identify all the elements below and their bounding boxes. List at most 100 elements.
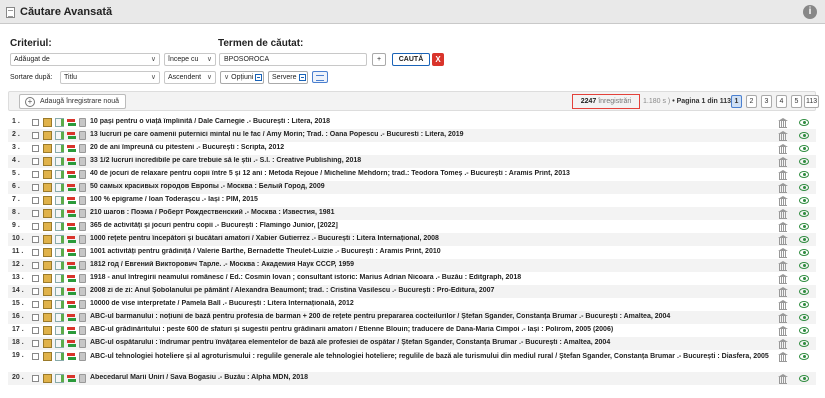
trash-icon[interactable] — [79, 183, 86, 192]
trash-icon[interactable] — [79, 300, 86, 309]
result-row[interactable]: 6 . 50 самых красивых городов Европы .- М… — [8, 181, 816, 194]
book-icon[interactable] — [43, 326, 52, 335]
row-checkbox[interactable] — [32, 288, 39, 295]
record-title[interactable]: 50 самых красивых городов Европы .- Моск… — [90, 183, 780, 190]
row-checkbox[interactable] — [32, 132, 39, 139]
book-icon[interactable] — [43, 222, 52, 231]
sort-field-select[interactable]: Titlu — [60, 71, 160, 84]
edit-icon[interactable] — [55, 157, 64, 166]
eye-icon[interactable] — [799, 301, 809, 308]
record-title[interactable]: Abecedarul Marii Uniri / Sava Bogasiu .-… — [90, 374, 780, 381]
book-icon[interactable] — [43, 287, 52, 296]
record-title[interactable]: ABC-ul tehnologiei hoteliere și al agrot… — [90, 352, 780, 361]
page-button[interactable]: 3 — [761, 95, 772, 108]
record-title[interactable]: 1812 год / Евгений Викторович Тарле. .- … — [90, 261, 780, 268]
eye-icon[interactable] — [799, 223, 809, 230]
edit-icon[interactable] — [55, 352, 64, 361]
trash-icon[interactable] — [79, 209, 86, 218]
result-row[interactable]: 1 . 10 pași pentru o viață împlinită / Da… — [8, 116, 816, 129]
edit-icon[interactable] — [55, 183, 64, 192]
book-icon[interactable] — [43, 274, 52, 283]
page-button[interactable]: 2 — [746, 95, 757, 108]
copies-icon[interactable] — [67, 339, 76, 348]
add-criteria-button[interactable]: + — [372, 53, 386, 66]
row-checkbox[interactable] — [32, 171, 39, 178]
edit-icon[interactable] — [55, 313, 64, 322]
record-title[interactable]: 13 lucruri pe care oamenii puternici min… — [90, 131, 780, 138]
library-icon[interactable] — [778, 261, 788, 271]
clear-button[interactable]: X — [432, 53, 444, 66]
record-title[interactable]: 1000 rețete pentru începători și bucătar… — [90, 235, 780, 242]
eye-icon[interactable] — [799, 288, 809, 295]
eye-icon[interactable] — [799, 314, 809, 321]
row-checkbox[interactable] — [32, 197, 39, 204]
result-row[interactable]: 8 . 210 шагов : Поэма / Роберт Рождествен… — [8, 207, 816, 220]
library-icon[interactable] — [778, 157, 788, 167]
record-title[interactable]: 100 % epigrame / Ioan Toderașcu .- Iași … — [90, 196, 780, 203]
edit-icon[interactable] — [55, 274, 64, 283]
result-row[interactable]: 18 . ABC-ul ospătarului : îndrumar pentru… — [8, 337, 816, 350]
copies-icon[interactable] — [67, 326, 76, 335]
edit-icon[interactable] — [55, 196, 64, 205]
edit-icon[interactable] — [55, 374, 64, 383]
library-icon[interactable] — [778, 183, 788, 193]
copies-icon[interactable] — [67, 235, 76, 244]
record-title[interactable]: 1001 activități pentru grădiniță / Valer… — [90, 248, 780, 255]
edit-icon[interactable] — [55, 131, 64, 140]
info-icon[interactable]: i — [803, 5, 817, 19]
row-checkbox[interactable] — [32, 236, 39, 243]
book-icon[interactable] — [43, 131, 52, 140]
add-record-button[interactable]: + Adaugă înregistrare nouă — [19, 94, 126, 109]
copies-icon[interactable] — [67, 300, 76, 309]
copies-icon[interactable] — [67, 144, 76, 153]
edit-icon[interactable] — [55, 248, 64, 257]
result-row[interactable]: 9 . 365 de activități și jocuri pentru co… — [8, 220, 816, 233]
book-icon[interactable] — [43, 170, 52, 179]
edit-icon[interactable] — [55, 261, 64, 270]
edit-icon[interactable] — [55, 170, 64, 179]
row-checkbox[interactable] — [32, 145, 39, 152]
result-row[interactable]: 4 . 33 1/2 lucruri incredibile pe care tr… — [8, 155, 816, 168]
edit-icon[interactable] — [55, 209, 64, 218]
eye-icon[interactable] — [799, 275, 809, 282]
copies-icon[interactable] — [67, 222, 76, 231]
book-icon[interactable] — [43, 261, 52, 270]
trash-icon[interactable] — [79, 144, 86, 153]
copies-icon[interactable] — [67, 374, 76, 383]
row-checkbox[interactable] — [32, 210, 39, 217]
criteriu-select[interactable]: Adăugat de — [10, 53, 160, 66]
trash-icon[interactable] — [79, 326, 86, 335]
result-row[interactable]: 5 . 40 de jocuri de relaxare pentru copii… — [8, 168, 816, 181]
row-checkbox[interactable] — [32, 119, 39, 126]
library-icon[interactable] — [778, 287, 788, 297]
library-icon[interactable] — [778, 352, 788, 362]
result-row[interactable]: 10 . 1000 rețete pentru începători și buc… — [8, 233, 816, 246]
edit-icon[interactable] — [55, 222, 64, 231]
row-checkbox[interactable] — [32, 158, 39, 165]
row-checkbox[interactable] — [32, 184, 39, 191]
result-row[interactable]: 16 . ABC-ul barmanului : noțiuni de bază … — [8, 311, 816, 324]
library-icon[interactable] — [778, 313, 788, 323]
eye-icon[interactable] — [799, 210, 809, 217]
library-icon[interactable] — [778, 339, 788, 349]
search-term-input[interactable]: BPOSOROCA — [219, 53, 367, 66]
library-icon[interactable] — [778, 248, 788, 258]
book-icon[interactable] — [43, 248, 52, 257]
eye-icon[interactable] — [799, 327, 809, 334]
eye-icon[interactable] — [799, 119, 809, 126]
record-title[interactable]: 10 pași pentru o viață împlinită / Dale … — [90, 118, 780, 125]
eye-icon[interactable] — [799, 132, 809, 139]
trash-icon[interactable] — [79, 248, 86, 257]
book-icon[interactable] — [43, 235, 52, 244]
library-icon[interactable] — [778, 209, 788, 219]
row-checkbox[interactable] — [32, 275, 39, 282]
record-title[interactable]: ABC-ul ospătarului : îndrumar pentru înv… — [90, 339, 780, 346]
page-button[interactable]: 5 — [791, 95, 802, 108]
record-title[interactable]: ABC-ul barmanului : noțiuni de bază pent… — [90, 313, 780, 320]
keyboard-icon[interactable] — [312, 71, 328, 83]
copies-icon[interactable] — [67, 248, 76, 257]
result-row[interactable]: 12 . 1812 год / Евгений Викторович Тарле.… — [8, 259, 816, 272]
result-row[interactable]: 2 . 13 lucruri pe care oamenii puternici … — [8, 129, 816, 142]
result-row[interactable]: 20 . Abecedarul Marii Uniri / Sava Bogasi… — [8, 372, 816, 385]
library-icon[interactable] — [778, 374, 788, 384]
